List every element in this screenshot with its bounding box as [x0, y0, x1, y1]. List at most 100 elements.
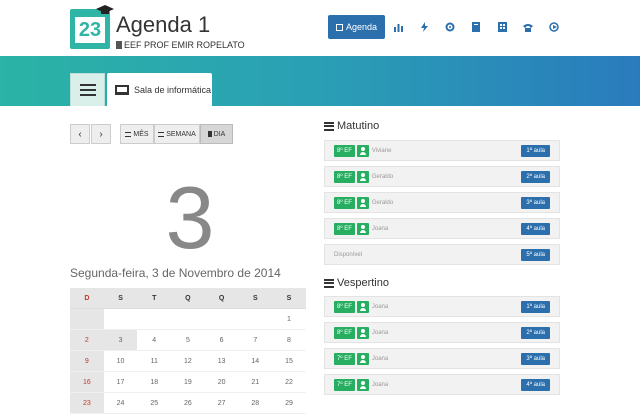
tab-sala-de-informatica[interactable]: Sala de informática	[107, 73, 212, 106]
prev-button[interactable]: ‹	[70, 124, 90, 144]
day-view-button[interactable]: DIA	[200, 124, 233, 144]
period-badge: 4ª aula	[521, 223, 550, 235]
calendar-day[interactable]: 16	[70, 372, 104, 393]
calendar-day[interactable]: 15	[272, 351, 306, 372]
calendar-day[interactable]: 19	[171, 372, 205, 393]
calendar-day[interactable]: 20	[204, 372, 239, 393]
calendar-day[interactable]: 27	[204, 393, 239, 414]
calendar-day[interactable]: 24	[103, 393, 138, 414]
list-icon	[125, 131, 132, 137]
calendar-day[interactable]: 28	[238, 393, 273, 414]
schedule-slot[interactable]: 8º EF Viviane 1ª aula	[324, 140, 560, 161]
logo-number: 23	[75, 17, 105, 43]
teacher-name: Joana	[371, 355, 389, 362]
period-badge: 5ª aula	[521, 249, 550, 261]
list-icon	[324, 278, 334, 288]
list-icon	[324, 121, 334, 131]
user-icon	[356, 326, 369, 339]
list-view-tab[interactable]	[70, 73, 105, 106]
calendar-day-selected[interactable]: 3	[103, 330, 138, 351]
calendar-day[interactable]	[204, 309, 239, 330]
calendar-day[interactable]: 5	[171, 330, 205, 351]
bar-chart-icon[interactable]	[385, 15, 411, 39]
calendar-day[interactable]: 23	[70, 393, 104, 414]
schedule-slot[interactable]: 8º EF Joana 1ª aula	[324, 296, 560, 317]
schedule-slot[interactable]: 8º EF Joana 2ª aula	[324, 322, 560, 343]
nav-agenda-button[interactable]: Agenda	[328, 15, 386, 39]
calendar-day[interactable]: 14	[238, 351, 273, 372]
tab-sala-label: Sala de informática	[134, 84, 212, 95]
book-icon[interactable]	[463, 15, 489, 39]
calendar-week-row: 9 10 11 12 13 14 15	[70, 351, 306, 372]
laptop-icon	[115, 84, 129, 95]
user-icon	[356, 144, 369, 157]
calendar-day[interactable]: 6	[204, 330, 239, 351]
next-button[interactable]: ›	[91, 124, 111, 144]
calendar-day[interactable]: 13	[204, 351, 239, 372]
weekday-header: S	[238, 288, 273, 309]
week-view-label: SEMANA	[166, 130, 196, 138]
calendar-day[interactable]: 22	[272, 372, 306, 393]
vespertino-heading: Vespertino	[324, 277, 389, 289]
calendar-day[interactable]: 18	[137, 372, 172, 393]
list-icon	[79, 84, 96, 96]
calendar-day[interactable]	[70, 309, 104, 330]
calendar-icon	[336, 23, 343, 31]
schedule-slot[interactable]: 8º EF Joana 4ª aula	[324, 218, 560, 239]
calendar-day[interactable]	[137, 309, 172, 330]
matutino-heading: Matutino	[324, 120, 379, 132]
calendar-logo-icon: 23	[70, 5, 114, 49]
calendar-day[interactable]: 26	[171, 393, 205, 414]
teacher-name: Viviane	[371, 147, 392, 154]
building-icon[interactable]	[489, 15, 515, 39]
logout-icon[interactable]	[541, 15, 567, 39]
calendar-day[interactable]	[238, 309, 273, 330]
calendar-day[interactable]: 2	[70, 330, 104, 351]
teacher-name: Joana	[371, 381, 389, 388]
grade-badge: 7º EF	[334, 378, 355, 391]
calendar-day[interactable]	[103, 309, 138, 330]
calendar-day[interactable]: 12	[171, 351, 205, 372]
grade-badge: 8º EF	[334, 326, 355, 339]
week-view-button[interactable]: SEMANA	[154, 124, 200, 144]
schedule-slot-available[interactable]: Disponível 5ª aula	[324, 244, 560, 265]
calendar-day[interactable]: 1	[272, 309, 306, 330]
schedule-slot[interactable]: 8º EF Geraldo 2ª aula	[324, 166, 560, 187]
calendar-week-row: 1	[70, 309, 306, 330]
calendar-day[interactable]: 11	[137, 351, 172, 372]
month-calendar: D S T Q Q S S 1 2 3 4 5 6 7 8 9 10 11 12…	[70, 288, 306, 414]
gear-icon[interactable]	[437, 15, 463, 39]
teacher-name: Joana	[371, 329, 389, 336]
available-label: Disponível	[334, 251, 363, 258]
calendar-day[interactable]: 9	[70, 351, 104, 372]
bolt-icon[interactable]	[411, 15, 437, 39]
period-badge: 2ª aula	[521, 171, 550, 183]
chevron-left-icon: ‹	[78, 128, 82, 140]
calendar-day[interactable]: 4	[137, 330, 172, 351]
calendar-day[interactable]: 17	[103, 372, 138, 393]
calendar-day[interactable]: 21	[238, 372, 273, 393]
teacher-name: Geraldo	[371, 199, 394, 206]
calendar-day[interactable]	[171, 309, 205, 330]
user-icon	[356, 222, 369, 235]
month-view-button[interactable]: MÊS	[120, 124, 154, 144]
calendar-day[interactable]: 8	[272, 330, 306, 351]
weekday-header: S	[103, 288, 138, 309]
bookmark-icon	[207, 131, 212, 137]
phone-icon[interactable]	[515, 15, 541, 39]
schedule-slot[interactable]: 7º EF Joana 4ª aula	[324, 374, 560, 395]
calendar-day[interactable]: 10	[103, 351, 138, 372]
schedule-slot[interactable]: 8º EF Geraldo 3ª aula	[324, 192, 560, 213]
calendar-day[interactable]: 29	[272, 393, 306, 414]
calendar-day[interactable]: 7	[238, 330, 273, 351]
period-badge: 1ª aula	[521, 301, 550, 313]
schedule-slot[interactable]: 7º EF Joana 3ª aula	[324, 348, 560, 369]
calendar-day[interactable]: 25	[137, 393, 172, 414]
day-number: 3	[165, 168, 215, 267]
teacher-name: Geraldo	[371, 173, 394, 180]
weekday-header: S	[272, 288, 306, 309]
teacher-name: Joana	[371, 225, 389, 232]
grade-badge: 8º EF	[334, 222, 355, 235]
period-badge: 3ª aula	[521, 197, 550, 209]
grade-badge: 8º EF	[334, 170, 355, 183]
